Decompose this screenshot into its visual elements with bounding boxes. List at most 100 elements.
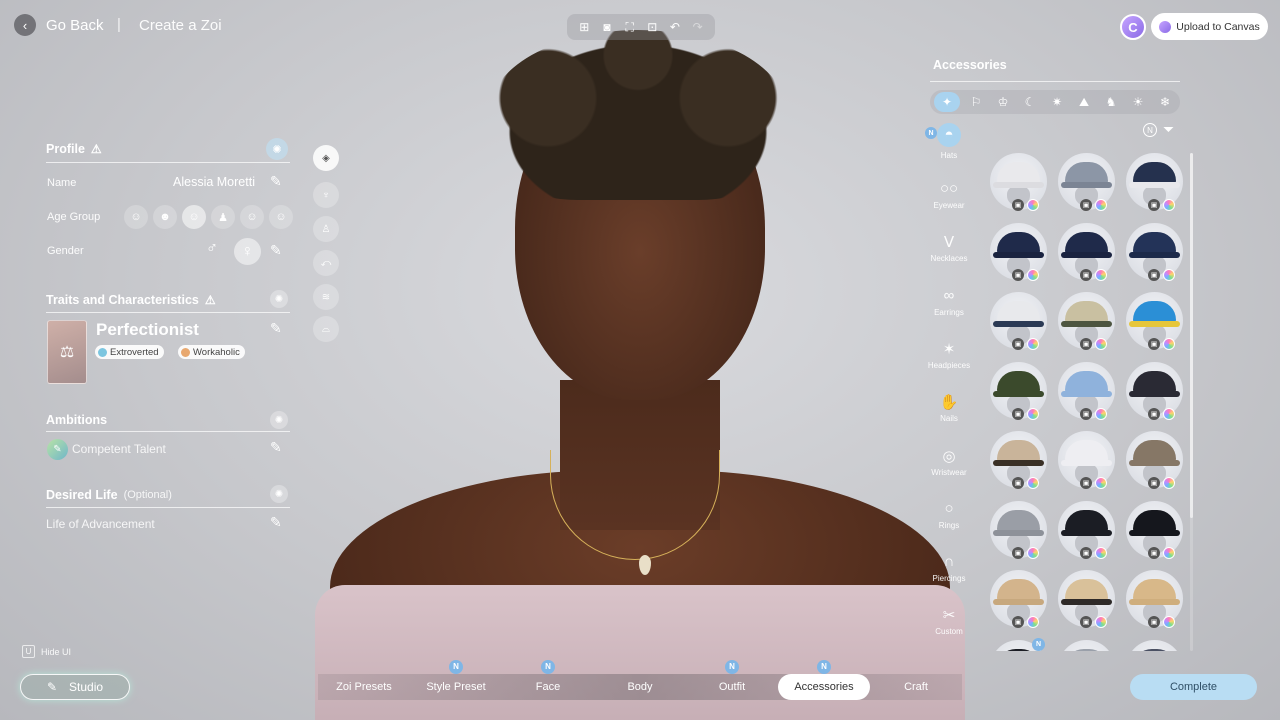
outfit-tag-icon[interactable]: ▣ [1080,199,1092,211]
back-label[interactable]: Go Back [46,17,104,34]
canvas-avatar[interactable]: C [1120,14,1146,40]
outfit-tag-icon[interactable]: ▣ [1012,407,1024,420]
outfit-tag-icon[interactable]: ▣ [1012,546,1024,559]
outfit-tag-icon[interactable]: ▣ [1148,546,1160,559]
subcategory-necklaces[interactable]: ᐯ Necklaces [925,233,973,263]
hat-item[interactable]: ▣ [990,222,1047,281]
color-palette-icon[interactable] [1095,616,1107,628]
color-palette-icon[interactable] [1163,477,1175,489]
outfit-tag-icon[interactable]: ▣ [1148,477,1160,489]
color-palette-icon[interactable] [1095,477,1107,489]
tab-outfit[interactable]: Outfit N [686,660,778,700]
accessory-category-icon[interactable]: ⛰ [1073,92,1095,112]
color-palette-icon[interactable] [1163,338,1175,350]
outfit-tag-icon[interactable]: ▣ [1148,407,1160,420]
filter-icon[interactable]: ⏷ [1163,121,1174,138]
subcategory-piercings[interactable]: ∩ Piercings [925,553,973,583]
randomize-ambitions-icon[interactable]: ✺ [270,411,288,429]
new-filter-icon[interactable]: N [1143,123,1157,137]
accessory-category-icon[interactable]: ✷ [1046,92,1068,112]
hat-item[interactable]: ▣ [1126,222,1183,281]
add-photo-icon[interactable]: ⊞ [576,20,592,34]
color-palette-icon[interactable] [1027,268,1039,281]
hat-item[interactable]: ▣ [1058,570,1115,628]
outfit-tag-icon[interactable]: ▣ [1148,616,1160,628]
hat-item[interactable]: ▣ [1126,292,1183,350]
subcategory-wristwear[interactable]: ◎ Wristwear [925,447,973,477]
hat-item[interactable]: ▣ [1126,500,1183,559]
accessory-category-icon[interactable]: ♔ [992,92,1014,112]
tab-accessories[interactable]: Accessories N [778,660,870,700]
outfit-tag-icon[interactable]: ▣ [1148,268,1160,281]
tab-body[interactable]: Body [594,674,686,700]
accessory-category-icon[interactable]: ☾ [1019,92,1041,112]
hat-item[interactable]: ▣ [990,292,1047,350]
hat-item[interactable]: ▣ [1126,570,1183,628]
outfit-slot-icon[interactable]: ♆ [313,182,339,208]
color-palette-icon[interactable] [1163,199,1175,211]
outfit-tag-icon[interactable]: ▣ [1012,338,1024,350]
upload-to-canvas-button[interactable]: Upload to Canvas [1151,13,1268,40]
edit-traits-icon[interactable]: ✎ [270,320,282,337]
outfit-tag-icon[interactable]: ▣ [1012,268,1024,281]
edit-name-icon[interactable]: ✎ [270,173,282,190]
hat-item[interactable]: ▣ [990,153,1047,211]
name-value[interactable]: Alessia Moretti [173,175,255,189]
edit-ambitions-icon[interactable]: ✎ [270,439,282,456]
hat-item[interactable]: ▣ [1058,361,1115,420]
outfit-tag-icon[interactable]: ▣ [1012,477,1024,489]
trait-card-icon[interactable]: ⚖ [47,320,87,384]
accessory-category-icon[interactable]: ⚐ [965,92,987,112]
accessory-category-icon[interactable]: ☀ [1127,92,1149,112]
hat-item[interactable]: ▣ [990,361,1047,420]
subcategory-headpieces[interactable]: ✶ Headpieces [925,340,973,370]
subcategory-rings[interactable]: ○ Rings [925,500,973,530]
outfit-tag-icon[interactable]: ▣ [1012,616,1024,628]
accessory-category-icon[interactable]: ♞ [1100,92,1122,112]
hat-item[interactable]: ▣ [1058,639,1115,651]
age-group-icon[interactable]: ☺ [269,205,293,229]
age-group-icon[interactable]: ☺ [124,205,148,229]
complete-button[interactable]: Complete [1130,674,1257,700]
back-button[interactable]: ‹ [14,14,36,36]
color-palette-icon[interactable] [1163,616,1175,628]
outfit-slot-icon[interactable]: ⤺ [313,250,339,276]
color-palette-icon[interactable] [1027,546,1039,559]
subcategory-eyewear[interactable]: ○○ Eyewear [925,180,973,210]
scrollbar-thumb[interactable] [1190,153,1193,518]
outfit-tag-icon[interactable]: ▣ [1080,616,1092,628]
hat-item[interactable]: ▣ [1058,431,1115,489]
color-palette-icon[interactable] [1163,268,1175,281]
age-group-icon[interactable]: ☺ [182,205,206,229]
hat-item[interactable]: ▣ [1058,153,1115,211]
hat-item[interactable]: ▣ [1126,153,1183,211]
color-palette-icon[interactable] [1095,546,1107,559]
outfit-slot-icon[interactable]: ⌓ [313,316,339,342]
undo-icon[interactable]: ↶ [667,20,683,34]
color-palette-icon[interactable] [1027,477,1039,489]
randomize-desired-life-icon[interactable]: ✺ [270,485,288,503]
redo-icon[interactable]: ↷ [690,20,706,34]
color-palette-icon[interactable] [1027,199,1039,211]
age-group-icon[interactable]: ☻ [153,205,177,229]
age-group-icon[interactable]: ♟ [211,205,235,229]
studio-button[interactable]: ✎ Studio [20,674,130,700]
hat-item[interactable]: ▣ [990,500,1047,559]
tab-style-preset[interactable]: Style Preset N [410,660,502,700]
outfit-tag-icon[interactable]: ▣ [1148,338,1160,350]
color-palette-icon[interactable] [1163,407,1175,420]
subcategory-nails[interactable]: ✋ Nails [925,393,973,423]
age-group-icon[interactable]: ☺ [240,205,264,229]
hat-item[interactable]: ▣ [1126,361,1183,420]
tab-craft[interactable]: Craft [870,674,962,700]
color-palette-icon[interactable] [1027,407,1039,420]
hat-item[interactable]: ▣ [1058,500,1115,559]
camera-icon[interactable]: ◙ [599,20,615,34]
accessory-category-icon[interactable]: ✦ [934,92,960,112]
color-palette-icon[interactable] [1027,338,1039,350]
outfit-tag-icon[interactable]: ▣ [1080,546,1092,559]
hat-item[interactable]: ▣ [1058,292,1115,350]
color-palette-icon[interactable] [1095,268,1107,281]
focus-icon[interactable]: ⊡ [644,20,660,34]
outfit-tag-icon[interactable]: ▣ [1080,338,1092,350]
